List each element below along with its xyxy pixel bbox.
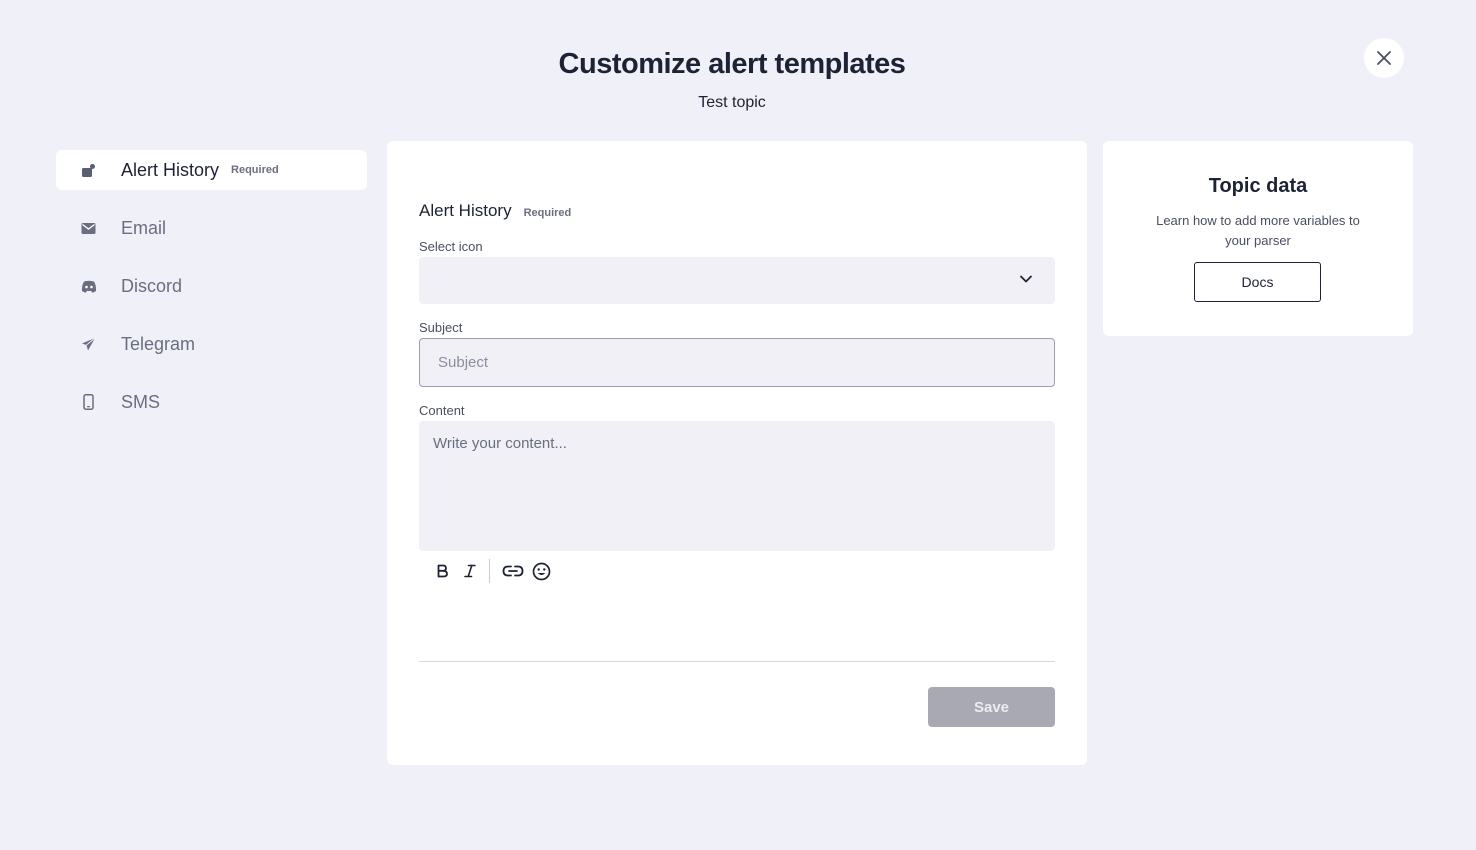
subject-label: Subject [419,320,463,335]
discord-icon [80,278,97,295]
bold-icon [437,564,448,578]
sidebar-item-label: Email [121,217,167,238]
envelope-icon [80,220,97,237]
toolbar-separator [489,559,490,583]
sidebar-item-label: Discord [121,275,183,296]
page-subtitle: Test topic [698,94,766,111]
chevron-down-icon [1020,275,1032,283]
content-label: Content [419,403,465,418]
close-button[interactable] [1364,38,1404,78]
content-editor[interactable] [419,421,1055,551]
telegram-icon [80,336,97,353]
topic-description: Learn how to add more variables to your … [1156,213,1360,248]
topic-data-card: Topic data Learn how to add more variabl… [1103,141,1413,336]
phone-icon [80,394,97,411]
sidebar-item-label: Alert History [121,159,220,180]
select-icon-label: Select icon [419,239,483,254]
emoji-button[interactable] [530,560,552,582]
bell-history-icon [80,162,97,179]
docs-button[interactable]: Docs [1194,262,1321,302]
modal-page: Customize alert templates Test topic Ale… [0,0,1476,850]
channel-sidebar: Alert History Required Email Discord Tel… [56,150,367,440]
select-icon-dropdown[interactable] [419,257,1055,304]
required-badge: Required [523,207,572,219]
close-icon [1377,51,1391,65]
subject-input[interactable] [419,338,1055,387]
sidebar-item-email[interactable]: Email [56,208,367,248]
section-title: Alert History [419,201,512,220]
bold-button[interactable] [431,560,453,582]
page-title: Customize alert templates [558,48,906,80]
link-icon [502,565,524,577]
format-toolbar [431,559,558,583]
sidebar-item-discord[interactable]: Discord [56,266,367,306]
italic-icon [464,564,476,578]
section-header: Alert History Required [419,201,571,221]
topic-title: Topic data [1208,175,1308,197]
save-button[interactable]: Save [928,687,1055,727]
required-badge: Required [231,164,279,176]
emoji-icon [532,562,550,580]
italic-button[interactable] [459,560,481,582]
sidebar-item-alert-history[interactable]: Alert History Required [56,150,367,190]
sidebar-item-sms[interactable]: SMS [56,382,367,422]
link-button[interactable] [502,560,524,582]
template-editor-card: Alert History Required Select icon Subje… [387,141,1087,765]
sidebar-item-label: Telegram [121,333,196,354]
sidebar-item-label: SMS [121,391,161,412]
form-divider [419,661,1055,662]
sidebar-item-telegram[interactable]: Telegram [56,324,367,364]
